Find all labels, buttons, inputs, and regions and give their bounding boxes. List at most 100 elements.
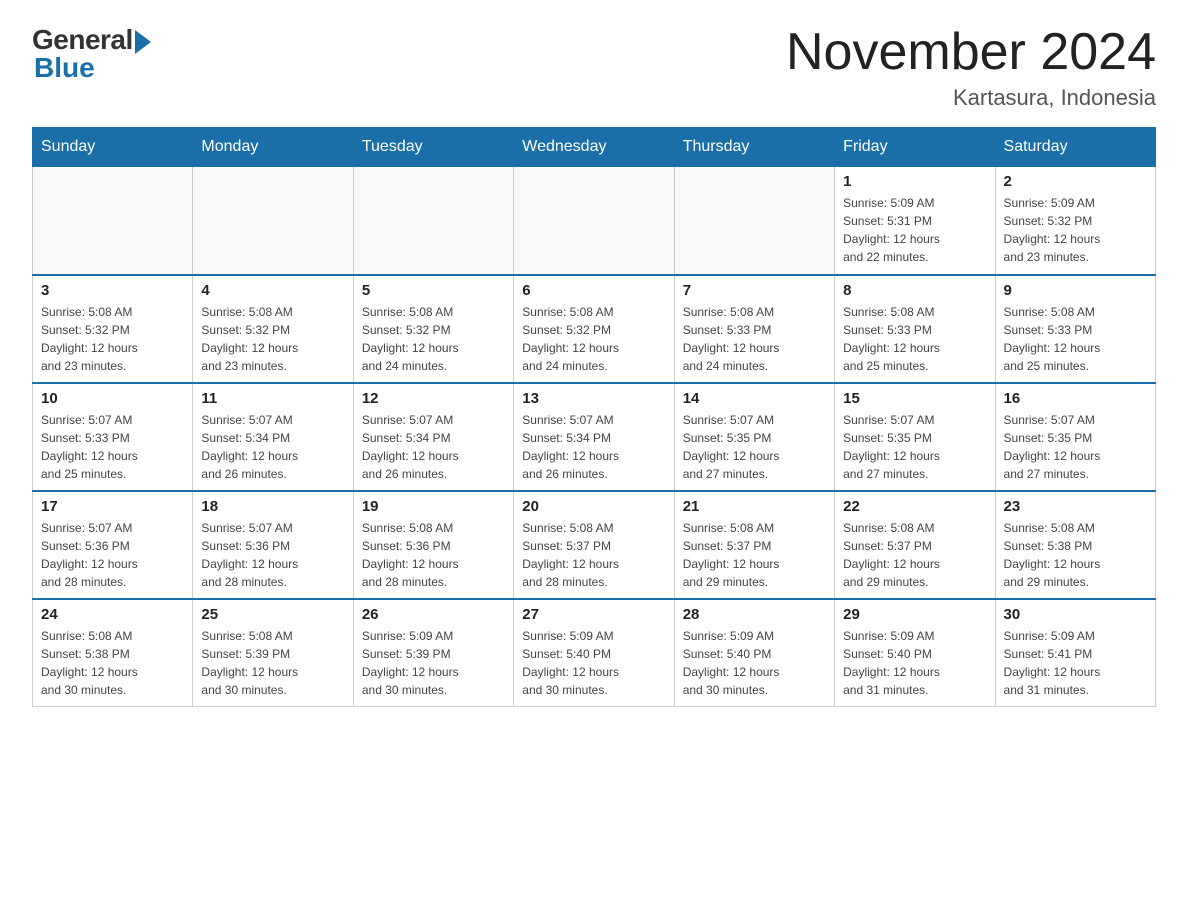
day-header-monday: Monday xyxy=(193,128,353,167)
calendar-cell: 19 Sunrise: 5:08 AMSunset: 5:36 PMDayligh… xyxy=(353,491,513,599)
calendar-cell: 25Sunrise: 5:08 AMSunset: 5:39 PMDayligh… xyxy=(193,599,353,707)
day-info: Sunrise: 5:08 AMSunset: 5:37 PMDaylight:… xyxy=(843,519,986,591)
day-number: 1 xyxy=(843,173,986,190)
day-info: Sunrise: 5:08 AMSunset: 5:32 PMDaylight:… xyxy=(362,303,505,375)
day-info: Sunrise: 5:08 AMSunset: 5:38 PMDaylight:… xyxy=(1004,519,1147,591)
calendar-cell: 16Sunrise: 5:07 AMSunset: 5:35 PMDayligh… xyxy=(995,383,1155,491)
day-number: 29 xyxy=(843,606,986,623)
day-number: 17 xyxy=(41,498,184,515)
calendar-cell: 10Sunrise: 5:07 AMSunset: 5:33 PMDayligh… xyxy=(33,383,193,491)
day-number: 20 xyxy=(522,498,665,515)
day-header-friday: Friday xyxy=(835,128,995,167)
logo: General Blue xyxy=(32,24,151,84)
day-header-thursday: Thursday xyxy=(674,128,834,167)
day-number: 14 xyxy=(683,390,826,407)
day-number: 30 xyxy=(1004,606,1147,623)
day-number: 26 xyxy=(362,606,505,623)
day-info: Sunrise: 5:08 AMSunset: 5:37 PMDaylight:… xyxy=(683,519,826,591)
calendar-cell: 1 Sunrise: 5:09 AMSunset: 5:31 PMDaylight… xyxy=(835,167,995,275)
day-number: 3 xyxy=(41,282,184,299)
calendar-cell xyxy=(674,167,834,275)
day-info: Sunrise: 5:07 AMSunset: 5:34 PMDaylight:… xyxy=(362,411,505,483)
calendar-week-row: 17 Sunrise: 5:07 AMSunset: 5:36 PMDayligh… xyxy=(33,491,1156,599)
calendar-cell: 22 Sunrise: 5:08 AMSunset: 5:37 PMDayligh… xyxy=(835,491,995,599)
calendar-cell: 9Sunrise: 5:08 AMSunset: 5:33 PMDaylight… xyxy=(995,275,1155,383)
logo-arrow-icon xyxy=(135,30,151,54)
day-header-wednesday: Wednesday xyxy=(514,128,674,167)
day-info: Sunrise: 5:08 AMSunset: 5:33 PMDaylight:… xyxy=(683,303,826,375)
calendar-cell: 5 Sunrise: 5:08 AMSunset: 5:32 PMDaylight… xyxy=(353,275,513,383)
calendar-cell: 30 Sunrise: 5:09 AMSunset: 5:41 PMDayligh… xyxy=(995,599,1155,707)
day-number: 13 xyxy=(522,390,665,407)
calendar-cell: 13 Sunrise: 5:07 AMSunset: 5:34 PMDayligh… xyxy=(514,383,674,491)
day-header-saturday: Saturday xyxy=(995,128,1155,167)
calendar-cell: 14 Sunrise: 5:07 AMSunset: 5:35 PMDayligh… xyxy=(674,383,834,491)
calendar-cell: 2 Sunrise: 5:09 AMSunset: 5:32 PMDaylight… xyxy=(995,167,1155,275)
calendar-cell: 24 Sunrise: 5:08 AMSunset: 5:38 PMDayligh… xyxy=(33,599,193,707)
day-info: Sunrise: 5:07 AMSunset: 5:33 PMDaylight:… xyxy=(41,411,184,483)
day-info: Sunrise: 5:09 AMSunset: 5:39 PMDaylight:… xyxy=(362,627,505,699)
calendar-cell: 7 Sunrise: 5:08 AMSunset: 5:33 PMDaylight… xyxy=(674,275,834,383)
day-number: 11 xyxy=(201,390,344,407)
day-header-sunday: Sunday xyxy=(33,128,193,167)
day-number: 19 xyxy=(362,498,505,515)
day-number: 4 xyxy=(201,282,344,299)
day-number: 2 xyxy=(1004,173,1147,190)
day-info: Sunrise: 5:09 AMSunset: 5:31 PMDaylight:… xyxy=(843,194,986,266)
day-info: Sunrise: 5:09 AMSunset: 5:41 PMDaylight:… xyxy=(1004,627,1147,699)
calendar-week-row: 24 Sunrise: 5:08 AMSunset: 5:38 PMDayligh… xyxy=(33,599,1156,707)
calendar-cell: 12 Sunrise: 5:07 AMSunset: 5:34 PMDayligh… xyxy=(353,383,513,491)
day-number: 18 xyxy=(201,498,344,515)
day-header-tuesday: Tuesday xyxy=(353,128,513,167)
day-number: 6 xyxy=(522,282,665,299)
day-number: 12 xyxy=(362,390,505,407)
day-info: Sunrise: 5:08 AMSunset: 5:32 PMDaylight:… xyxy=(41,303,184,375)
calendar-header-row: SundayMondayTuesdayWednesdayThursdayFrid… xyxy=(33,128,1156,167)
day-info: Sunrise: 5:07 AMSunset: 5:35 PMDaylight:… xyxy=(843,411,986,483)
day-info: Sunrise: 5:08 AMSunset: 5:37 PMDaylight:… xyxy=(522,519,665,591)
day-info: Sunrise: 5:08 AMSunset: 5:36 PMDaylight:… xyxy=(362,519,505,591)
day-info: Sunrise: 5:07 AMSunset: 5:34 PMDaylight:… xyxy=(522,411,665,483)
day-info: Sunrise: 5:08 AMSunset: 5:32 PMDaylight:… xyxy=(522,303,665,375)
day-info: Sunrise: 5:09 AMSunset: 5:40 PMDaylight:… xyxy=(843,627,986,699)
calendar-cell: 26 Sunrise: 5:09 AMSunset: 5:39 PMDayligh… xyxy=(353,599,513,707)
day-number: 5 xyxy=(362,282,505,299)
calendar-cell: 21Sunrise: 5:08 AMSunset: 5:37 PMDayligh… xyxy=(674,491,834,599)
calendar-week-row: 3 Sunrise: 5:08 AMSunset: 5:32 PMDaylight… xyxy=(33,275,1156,383)
title-block: November 2024 Kartasura, Indonesia xyxy=(786,24,1156,111)
day-info: Sunrise: 5:07 AMSunset: 5:34 PMDaylight:… xyxy=(201,411,344,483)
calendar-cell: 23 Sunrise: 5:08 AMSunset: 5:38 PMDayligh… xyxy=(995,491,1155,599)
day-number: 8 xyxy=(843,282,986,299)
calendar-cell: 8Sunrise: 5:08 AMSunset: 5:33 PMDaylight… xyxy=(835,275,995,383)
calendar-week-row: 1 Sunrise: 5:09 AMSunset: 5:31 PMDaylight… xyxy=(33,167,1156,275)
calendar-cell xyxy=(193,167,353,275)
day-number: 23 xyxy=(1004,498,1147,515)
calendar-week-row: 10Sunrise: 5:07 AMSunset: 5:33 PMDayligh… xyxy=(33,383,1156,491)
calendar-cell: 4 Sunrise: 5:08 AMSunset: 5:32 PMDaylight… xyxy=(193,275,353,383)
day-info: Sunrise: 5:09 AMSunset: 5:32 PMDaylight:… xyxy=(1004,194,1147,266)
day-number: 7 xyxy=(683,282,826,299)
day-info: Sunrise: 5:07 AMSunset: 5:36 PMDaylight:… xyxy=(201,519,344,591)
day-number: 24 xyxy=(41,606,184,623)
location-text: Kartasura, Indonesia xyxy=(786,85,1156,111)
calendar-cell: 17Sunrise: 5:07 AMSunset: 5:36 PMDayligh… xyxy=(33,491,193,599)
day-info: Sunrise: 5:08 AMSunset: 5:32 PMDaylight:… xyxy=(201,303,344,375)
day-info: Sunrise: 5:08 AMSunset: 5:38 PMDaylight:… xyxy=(41,627,184,699)
calendar-cell: 15 Sunrise: 5:07 AMSunset: 5:35 PMDayligh… xyxy=(835,383,995,491)
page-header: General Blue November 2024 Kartasura, In… xyxy=(32,24,1156,111)
day-info: Sunrise: 5:09 AMSunset: 5:40 PMDaylight:… xyxy=(683,627,826,699)
day-info: Sunrise: 5:09 AMSunset: 5:40 PMDaylight:… xyxy=(522,627,665,699)
calendar-cell: 20 Sunrise: 5:08 AMSunset: 5:37 PMDayligh… xyxy=(514,491,674,599)
day-number: 15 xyxy=(843,390,986,407)
day-number: 16 xyxy=(1004,390,1147,407)
month-title: November 2024 xyxy=(786,24,1156,81)
day-number: 22 xyxy=(843,498,986,515)
calendar-cell: 11 Sunrise: 5:07 AMSunset: 5:34 PMDayligh… xyxy=(193,383,353,491)
calendar-cell: 27Sunrise: 5:09 AMSunset: 5:40 PMDayligh… xyxy=(514,599,674,707)
day-info: Sunrise: 5:07 AMSunset: 5:35 PMDaylight:… xyxy=(683,411,826,483)
day-number: 25 xyxy=(201,606,344,623)
logo-blue-text: Blue xyxy=(34,52,95,84)
calendar-cell xyxy=(33,167,193,275)
day-number: 28 xyxy=(683,606,826,623)
calendar-cell: 6 Sunrise: 5:08 AMSunset: 5:32 PMDaylight… xyxy=(514,275,674,383)
